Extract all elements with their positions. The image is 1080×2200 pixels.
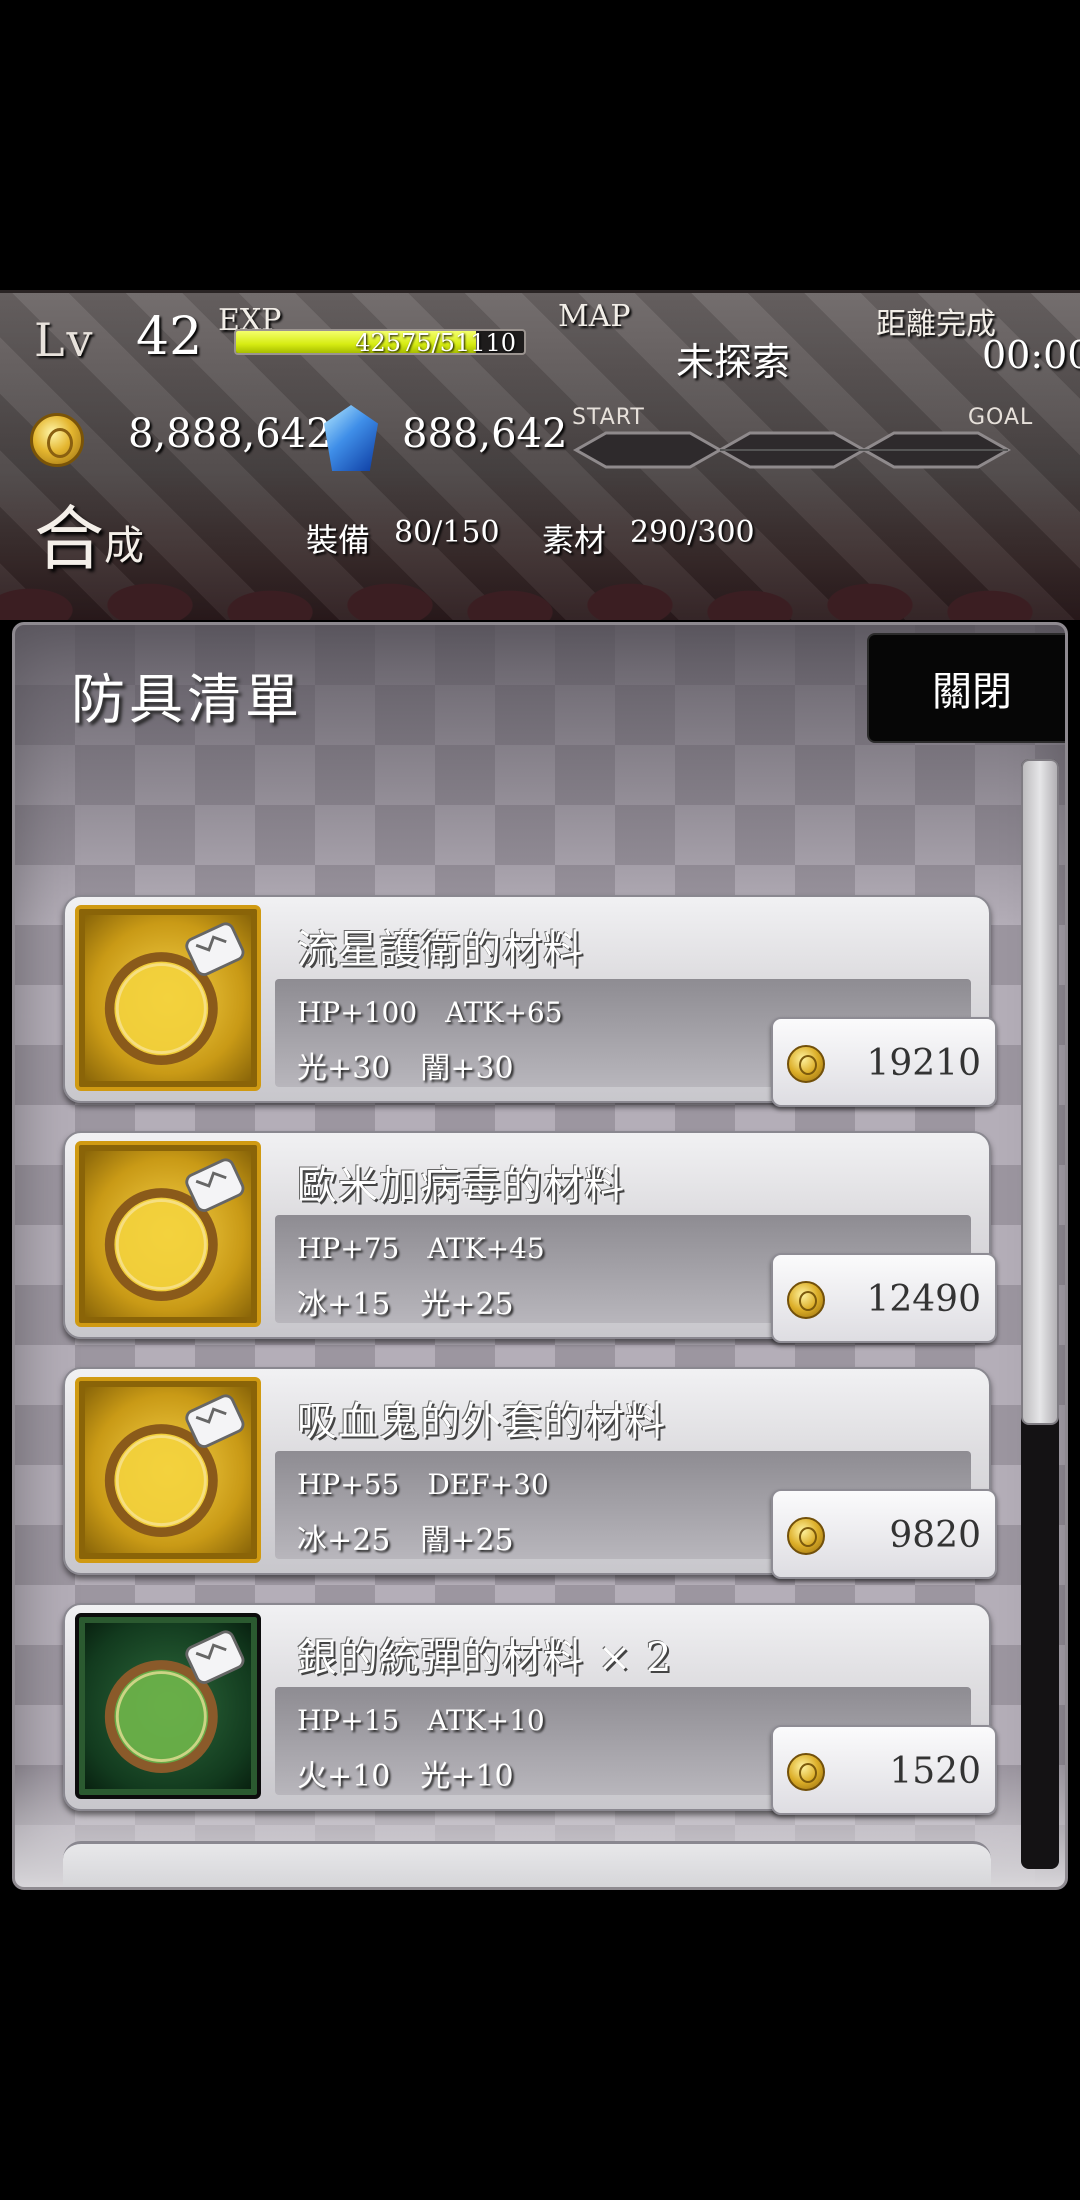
item-element-stats: 冰+15 光+25 — [297, 1287, 514, 1322]
panel-title: 防具清單 — [71, 668, 303, 731]
lace-decoration — [0, 550, 1080, 620]
gold-amount: 8,888,642 — [128, 411, 332, 457]
list-item[interactable]: 銀的統彈的材料 × 2 HP+15 ATK+10 火+10 光+10 1520 — [63, 1603, 997, 1815]
list-item[interactable]: 歐米加病毒的材料 HP+75 ATK+45 冰+15 光+25 12490 — [63, 1131, 997, 1343]
scrollbar-thumb[interactable] — [1021, 759, 1059, 1425]
exp-value: 42575/51110 — [355, 329, 516, 355]
equipment-label: 裝備 — [306, 521, 371, 559]
progress-track — [572, 431, 1012, 469]
list-item-partial — [63, 1841, 991, 1887]
level-label: Lv — [34, 313, 95, 367]
item-element-stats: 冰+25 闇+25 — [297, 1523, 514, 1558]
list-item[interactable]: 吸血鬼的外套的材料 HP+55 DEF+30 冰+25 闇+25 9820 — [63, 1367, 997, 1579]
price-tag[interactable]: 1520 — [771, 1725, 997, 1815]
item-name: 歐米加病毒的材料 — [297, 1163, 625, 1209]
equipment-count: 80/150 — [394, 515, 500, 550]
gold-coin-icon — [30, 413, 84, 467]
close-button[interactable]: 關閉 — [867, 633, 1065, 743]
item-name: 銀的統彈的材料 × 2 — [297, 1635, 673, 1681]
item-base-stats: HP+75 ATK+45 — [297, 1232, 545, 1265]
exp-bar: 42575/51110 — [234, 329, 526, 355]
material-label: 素材 — [542, 521, 607, 559]
remaining-time: 00:00 — [982, 333, 1080, 377]
gold-coin-icon — [787, 1045, 825, 1083]
item-base-stats: HP+100 ATK+65 — [297, 996, 563, 1029]
gold-coin-icon — [787, 1753, 825, 1791]
gold-coin-icon — [787, 1517, 825, 1555]
material-count: 290/300 — [630, 515, 755, 550]
gem-amount: 888,642 — [402, 411, 568, 457]
price-tag[interactable]: 12490 — [771, 1253, 997, 1343]
blue-gem-icon — [324, 405, 378, 471]
ring-icon — [75, 1141, 261, 1327]
item-name: 吸血鬼的外套的材料 — [297, 1399, 666, 1445]
mode-title-small: 成 — [104, 523, 144, 569]
item-price: 19210 — [866, 1043, 981, 1084]
ring-icon — [75, 1613, 261, 1799]
item-base-stats: HP+15 ATK+10 — [297, 1704, 545, 1737]
gold-coin-icon — [787, 1281, 825, 1319]
item-base-stats: HP+55 DEF+30 — [297, 1468, 549, 1501]
list-item[interactable]: 流星護衛的材料 HP+100 ATK+65 光+30 闇+30 19210 — [63, 895, 997, 1107]
scrollbar-track[interactable] — [1021, 759, 1059, 1869]
remaining-label: 距離完成 — [876, 307, 996, 342]
map-label: MAP — [558, 299, 631, 334]
item-element-stats: 火+10 光+10 — [297, 1759, 514, 1794]
level-value: 42 — [136, 307, 203, 367]
status-header: Lv 42 EXP 42575/51110 MAP 未探索 距離完成 00:00… — [0, 290, 1080, 620]
item-price: 1520 — [889, 1751, 981, 1792]
item-price: 12490 — [866, 1279, 981, 1320]
item-element-stats: 光+30 闇+30 — [297, 1051, 514, 1086]
item-name: 流星護衛的材料 — [297, 927, 584, 973]
price-tag[interactable]: 9820 — [771, 1489, 997, 1579]
price-tag[interactable]: 19210 — [771, 1017, 997, 1107]
ring-icon — [75, 905, 261, 1091]
mode-title-big: 合 — [34, 498, 104, 580]
armor-list-panel: 防具清單 關閉 流星護衛的材料 HP+100 ATK+65 光+30 闇+30 192… — [12, 622, 1068, 1890]
ring-icon — [75, 1377, 261, 1563]
item-price: 9820 — [889, 1515, 981, 1556]
map-status: 未探索 — [676, 340, 791, 384]
